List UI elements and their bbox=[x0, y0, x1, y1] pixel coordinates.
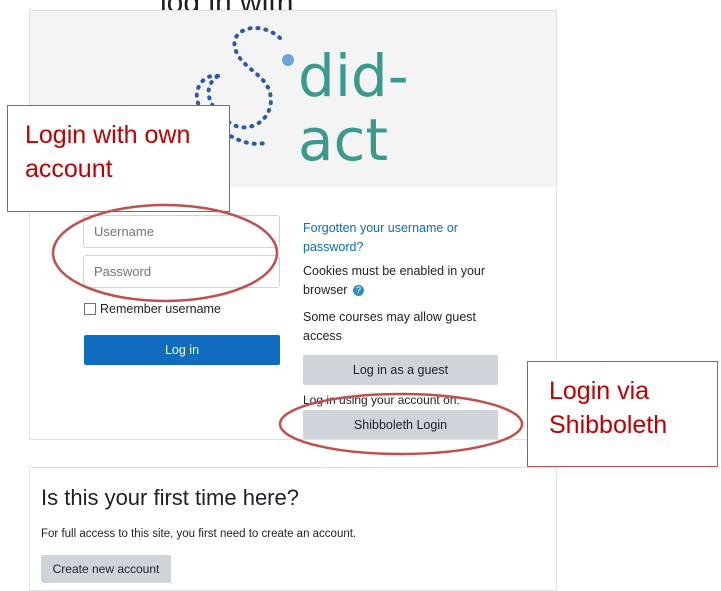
create-account-button[interactable]: Create new account bbox=[41, 555, 171, 583]
remember-label: Remember username bbox=[100, 302, 221, 316]
first-time-heading: Is this your first time here? bbox=[41, 485, 299, 510]
guest-login-button[interactable]: Log in as a guest bbox=[303, 355, 498, 385]
shibboleth-annotation: Login via Shibboleth bbox=[527, 361, 718, 467]
logo-line1: did- bbox=[298, 42, 409, 110]
cookies-text: Cookies must be enabled in your browser bbox=[303, 264, 486, 297]
first-time-text: For full access to this site, you first … bbox=[41, 528, 357, 540]
help-icon[interactable]: ? bbox=[352, 285, 364, 297]
forgot-password-link[interactable]: Forgotten your username or password? bbox=[303, 219, 503, 257]
shibboleth-login-button[interactable]: Shibboleth Login bbox=[303, 410, 498, 439]
remember-checkbox[interactable] bbox=[84, 303, 96, 315]
remember-username-row[interactable]: Remember username bbox=[84, 302, 221, 316]
password-input[interactable] bbox=[83, 255, 280, 288]
shibboleth-label: Log in using your account on: bbox=[303, 393, 460, 407]
username-input[interactable] bbox=[83, 215, 280, 248]
login-button[interactable]: Log in bbox=[84, 335, 280, 365]
own-account-annotation: Login with own account bbox=[7, 105, 230, 212]
logo-line2: act bbox=[298, 106, 388, 168]
cookies-notice: Cookies must be enabled in your browser … bbox=[303, 262, 503, 300]
guest-access-note: Some courses may allow guest access bbox=[303, 310, 476, 343]
